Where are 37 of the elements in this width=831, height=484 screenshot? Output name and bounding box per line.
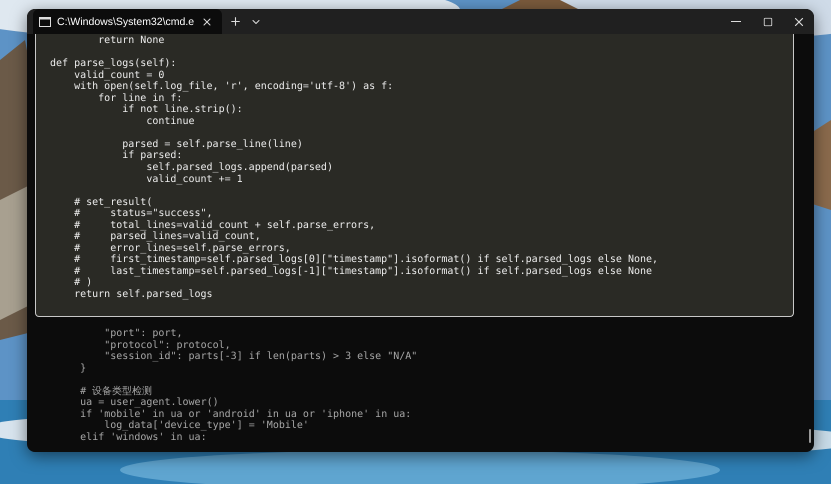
scrollbar-thumb[interactable] <box>809 429 811 444</box>
terminal-line: } <box>79 362 86 374</box>
code-line: # first_timestamp=self.parsed_logs[0]["timestamp"].isoformat() if self.parsed_logs else None, <box>73 254 658 266</box>
code-line: valid_count = 0 <box>73 70 164 82</box>
code-line: def parse_logs(self): <box>50 58 176 70</box>
code-line: # ) <box>73 277 92 290</box>
code-line: if parsed: <box>121 150 182 162</box>
code-line: # set_result( <box>73 196 152 208</box>
tab[interactable]: C:\Windows\System32\cmd.e <box>33 9 222 34</box>
tab-title: C:\Windows\System32\cmd.e <box>57 16 194 28</box>
code-line: return self.parsed_logs <box>73 289 213 301</box>
terminal-line: # 设备类型检测 <box>79 386 152 397</box>
terminal-line: log_data['device_type'] = 'Mobile' <box>103 420 309 432</box>
code-line: # parsed_lines=valid_count, <box>73 231 261 243</box>
terminal-line: "port": port, <box>103 328 183 340</box>
terminal-line: "session_id": parts[-3] if len(parts) > 3 else "N/A" <box>103 351 418 363</box>
terminal-line: ua = user_agent.lower() <box>79 397 219 409</box>
code-line: valid_count += 1 <box>145 174 243 186</box>
code-line: with open(self.log_file, 'r', encoding='utf-8') as f: <box>73 81 394 93</box>
code-line: self.parsed_logs.append(parsed) <box>145 162 333 174</box>
code-line: return None <box>97 35 164 47</box>
terminal-line: elif 'windows' in ua: <box>79 432 207 444</box>
code-line: for line in f: <box>97 92 182 104</box>
maximize-icon <box>763 16 773 26</box>
minimize-icon <box>731 21 741 22</box>
close-icon <box>201 16 214 28</box>
code-line: continue <box>145 116 194 128</box>
code-line: parsed = self.parse_line(line) <box>121 138 303 150</box>
code-line: # last_timestamp=self.parsed_logs[-1]["timestamp"].isoformat() if self.parsed_logs else None <box>73 266 652 277</box>
code-line: # error_lines=self.parse_errors, <box>73 242 291 254</box>
code-line: # status="success", <box>73 208 213 220</box>
code-line: if not line.strip(): <box>121 104 243 116</box>
plus-icon <box>228 15 242 28</box>
code-line: # total_lines=valid_count + self.parse_errors, <box>73 220 376 232</box>
terminal-line: "protocol": protocol, <box>103 340 231 351</box>
terminal-icon <box>39 16 51 26</box>
terminal-line: if 'mobile' in ua or 'android' in ua or 'iphone' in ua: <box>79 408 412 420</box>
